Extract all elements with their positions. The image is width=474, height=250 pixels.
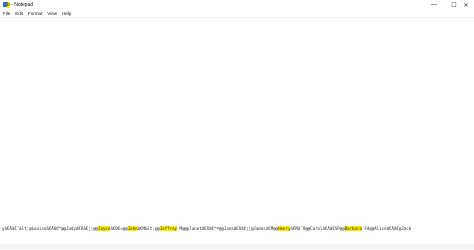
minimize-button[interactable]: — <box>426 0 442 10</box>
close-icon: ✕ <box>463 2 469 9</box>
title-bar: b - Notepad — ☐ ✕ <box>0 0 474 10</box>
text-editor[interactable]: yâ€Ãâ€˜&lt;@Louiseâ€Ãâ€™@@Judyâ€Ãâ€¦¦@@J… <box>0 17 474 250</box>
highlighted-name: Joyce <box>98 226 111 231</box>
menu-help[interactable]: Help <box>60 10 73 17</box>
text-segment: â€Ð€¤@@ <box>110 226 128 231</box>
text-segment: M@@planetâ€Ãâ€™ª@@Janaâ€Ãâ€¦¦@Jamesâ€M@@ <box>177 226 279 231</box>
text-segment: â€M&lt;@@ <box>137 226 160 231</box>
highlighted-name: Henry <box>278 226 291 231</box>
menu-file[interactable]: File <box>1 10 12 17</box>
title-highlight: b <box>7 2 10 8</box>
text-segment: â€MâˆÂ@@Carolâ€Ãâ€SP@@ <box>290 226 345 231</box>
highlighted-name: Jeffrey <box>159 226 178 231</box>
menu-edit[interactable]: Edit <box>13 10 25 17</box>
horizontal-scrollbar[interactable] <box>0 244 474 249</box>
maximize-icon: ☐ <box>451 2 457 9</box>
text-segment: yâ€Ãâ€˜&lt;@Louiseâ€Ãâ€™@@Judyâ€Ãâ€¦¦@@ <box>2 226 99 231</box>
menu-bar: File Edit Format View Help <box>0 10 474 17</box>
text-line: yâ€Ãâ€˜&lt;@Louiseâ€Ãâ€™@@Judyâ€Ãâ€¦¦@@J… <box>2 225 411 232</box>
highlighted-name: Barbara <box>344 226 362 231</box>
minimize-icon: — <box>431 2 437 8</box>
highlighted-name: John <box>127 226 138 231</box>
menu-view[interactable]: View <box>45 10 59 17</box>
text-segment: Fd@@Aliceâ€Ãâ€@Jack <box>361 226 412 231</box>
window-title: b - Notepad <box>7 1 33 9</box>
close-button[interactable]: ✕ <box>458 0 474 10</box>
title-label: - Notepad <box>11 2 34 8</box>
menu-format[interactable]: Format <box>26 10 44 17</box>
